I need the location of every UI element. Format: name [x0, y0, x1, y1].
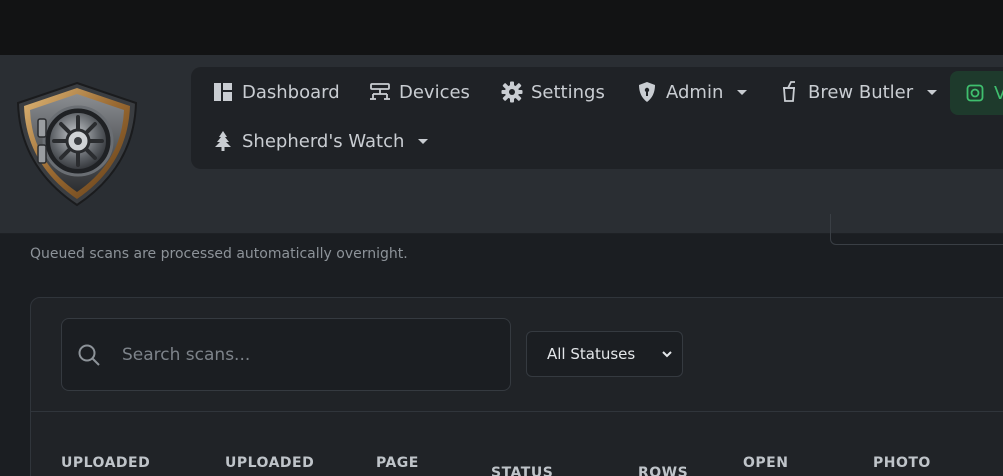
column-header-uploaded[interactable]: UPLOADED	[61, 455, 150, 471]
browser-topbar	[0, 0, 1003, 55]
nav-item-brew-butler[interactable]: Brew Butler	[778, 77, 938, 107]
vault-icon	[966, 84, 984, 102]
search-input[interactable]	[120, 343, 484, 366]
chevron-down-icon	[418, 138, 429, 144]
nav-item-label: Devices	[399, 81, 470, 103]
nav-item-shepherds-watch[interactable]: Shepherd's Watch	[212, 126, 429, 156]
page-subtitle-clipped	[30, 216, 330, 233]
devices-icon	[369, 81, 391, 103]
nav-item-label: Settings	[531, 81, 605, 103]
chevron-down-icon	[927, 89, 938, 95]
queue-helper-text: Queued scans are processed automatically…	[30, 246, 408, 262]
gear-icon	[501, 81, 523, 103]
column-header-page[interactable]: PAGE	[376, 455, 419, 471]
nav-item-label: Admin	[666, 81, 724, 103]
card-divider	[31, 411, 1003, 412]
column-header-uploaded-2[interactable]: UPLOADED	[225, 455, 314, 471]
dashboard-icon	[212, 81, 234, 103]
search-field[interactable]	[61, 318, 511, 391]
chevron-down-icon	[662, 349, 672, 359]
nav-item-admin[interactable]: Admin	[636, 77, 748, 107]
nav-chip-label: V	[994, 82, 1003, 104]
app-page: Dashboard Devices Settings Admin Brew Bu…	[0, 0, 1003, 476]
nav-item-vault[interactable]: V	[950, 71, 1003, 115]
column-header-open[interactable]: OPEN	[743, 455, 788, 471]
cup-icon	[778, 81, 800, 103]
nav-item-label: Brew Butler	[808, 81, 914, 103]
column-header-photo[interactable]: PHOTO	[873, 455, 931, 471]
status-filter-select[interactable]: All Statuses	[526, 331, 683, 377]
nav-item-settings[interactable]: Settings	[501, 77, 605, 107]
vault-logo-icon[interactable]	[14, 81, 140, 207]
nav-item-dashboard[interactable]: Dashboard	[212, 77, 340, 107]
shield-icon	[636, 81, 658, 103]
column-header-status[interactable]: STATUS	[491, 465, 553, 476]
nav-item-label: Shepherd's Watch	[242, 130, 405, 152]
chevron-down-icon	[737, 89, 748, 95]
tree-icon	[212, 130, 234, 152]
column-header-rows[interactable]: ROWS	[638, 465, 688, 476]
nav-item-devices[interactable]: Devices	[369, 77, 470, 107]
status-filter-value: All Statuses	[547, 345, 636, 363]
search-icon	[76, 342, 102, 368]
nav-item-label: Dashboard	[242, 81, 340, 103]
header-action-button[interactable]	[830, 214, 1003, 245]
